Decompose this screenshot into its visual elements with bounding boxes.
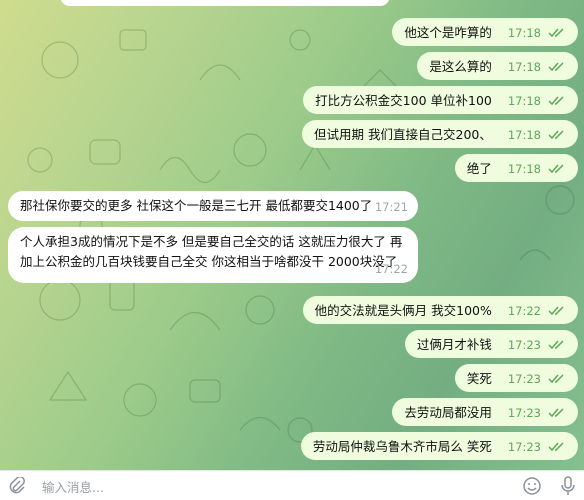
message-input[interactable] — [40, 475, 464, 499]
message-composer — [0, 470, 584, 500]
message-time: 17:23 — [507, 337, 542, 352]
message-text: 去劳动局都没用 — [404, 404, 492, 420]
message-time: 17:18 — [507, 93, 542, 108]
message-bubble-outgoing: 他的交法就是头俩月 我交100% 17:22 — [302, 296, 578, 324]
message-bubble-outgoing: 过俩月才补钱 17:23 — [404, 330, 578, 358]
message-time: 17:23 — [507, 439, 542, 454]
message-text: 那社保你要交的更多 社保这个一般是三七开 最低都要交1400了 — [20, 198, 373, 213]
previous-message-edge — [60, 0, 390, 6]
message-bubble-outgoing: 绝了 17:18 — [454, 154, 578, 182]
double-check-icon — [548, 163, 564, 173]
double-check-icon — [548, 61, 564, 71]
message-bubble-outgoing: 他这个是咋算的 17:18 — [392, 18, 578, 46]
message-bubble-incoming: 个人承担3成的情况下是不多 但是要自己全交的话 这就压力很大了 再加上公积金的几… — [8, 227, 418, 283]
message-time: 17:23 — [507, 405, 542, 420]
message-text: 过俩月才补钱 — [416, 336, 492, 352]
message-time: 17:21 — [374, 200, 408, 214]
message-time: 17:18 — [507, 161, 542, 176]
double-check-icon — [548, 27, 564, 37]
message-time: 17:18 — [507, 25, 542, 40]
double-check-icon — [548, 95, 564, 105]
message-text: 但试用期 我们直接自己交200、 — [314, 126, 492, 142]
message-text: 笑死 — [466, 370, 492, 386]
message-time: 17:18 — [507, 59, 542, 74]
message-bubble-outgoing: 是这么算的 17:18 — [417, 52, 578, 80]
message-text: 他的交法就是头俩月 我交100% — [314, 302, 492, 318]
message-bubble-outgoing: 打比方公积金交100 单位补100 17:18 — [303, 86, 578, 114]
double-check-icon — [548, 339, 564, 349]
emoji-icon[interactable] — [522, 476, 542, 496]
message-time: 17:18 — [507, 127, 542, 142]
message-time: 17:22 — [374, 262, 408, 276]
message-text: 是这么算的 — [429, 58, 492, 74]
double-check-icon — [548, 373, 564, 383]
message-bubble-outgoing: 去劳动局都没用 17:23 — [392, 398, 578, 426]
message-text: 打比方公积金交100 单位补100 — [315, 92, 492, 108]
message-bubble-outgoing: 笑死 17:23 — [454, 364, 578, 392]
paperclip-icon[interactable] — [8, 477, 26, 495]
message-text: 个人承担3成的情况下是不多 但是要自己全交的话 这就压力很大了 再加上公积金的几… — [20, 234, 403, 269]
message-bubble-incoming: 那社保你要交的更多 社保这个一般是三七开 最低都要交1400了 17:21 — [8, 191, 418, 221]
double-check-icon — [548, 129, 564, 139]
message-text: 绝了 — [466, 160, 492, 176]
double-check-icon — [548, 441, 564, 451]
message-time: 17:23 — [507, 371, 542, 386]
message-text: 他这个是咋算的 — [404, 24, 492, 40]
double-check-icon — [548, 305, 564, 315]
double-check-icon — [548, 407, 564, 417]
message-time: 17:22 — [507, 303, 542, 318]
message-text: 劳动局仲裁乌鲁木齐市局么 笑死 — [312, 438, 492, 454]
message-bubble-outgoing: 劳动局仲裁乌鲁木齐市局么 笑死 17:23 — [300, 432, 578, 460]
message-bubble-outgoing: 但试用期 我们直接自己交200、 17:18 — [302, 120, 578, 148]
microphone-icon[interactable] — [560, 475, 576, 497]
